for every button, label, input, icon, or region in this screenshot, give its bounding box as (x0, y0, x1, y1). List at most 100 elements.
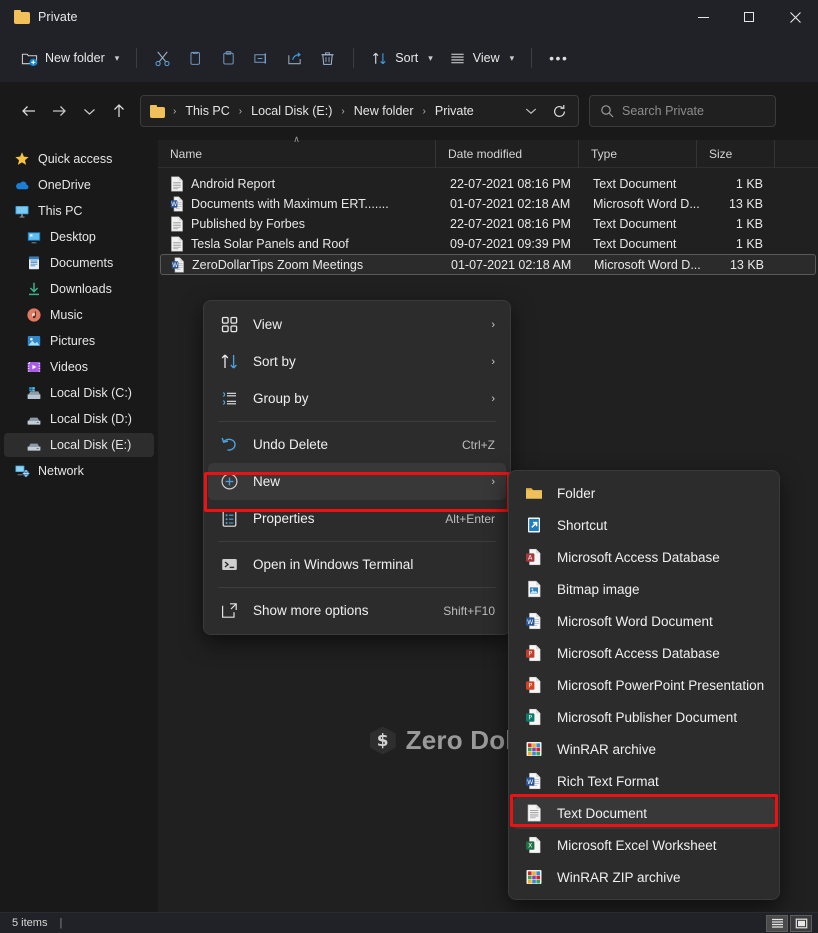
table-row[interactable]: Tesla Solar Panels and Roof 09-07-2021 0… (160, 234, 816, 254)
music-note-icon (26, 307, 42, 323)
copy-button[interactable] (179, 42, 212, 74)
submenu-item-bitmap-image[interactable]: Bitmap image (513, 573, 775, 605)
column-header-date-modified[interactable]: Date modified (436, 140, 579, 168)
more-options-button[interactable]: ••• (541, 42, 576, 74)
context-menu-item-view[interactable]: View › (208, 306, 506, 343)
new-folder-button[interactable]: New folder ▾ (13, 42, 127, 74)
breadcrumb-item-this-pc[interactable]: This PC (181, 101, 233, 121)
submenu-item-text-document[interactable]: Text Document (513, 797, 775, 829)
sort-button[interactable]: Sort ▾ (363, 42, 440, 74)
submenu-item-microsoft-publisher-document[interactable]: P Microsoft Publisher Document (513, 701, 775, 733)
paste-button[interactable] (212, 42, 245, 74)
file-type-cell: Microsoft Word D... (581, 197, 699, 211)
up-button[interactable] (104, 96, 134, 126)
refresh-button[interactable] (546, 98, 572, 124)
chevron-down-icon[interactable]: ▾ (115, 53, 120, 64)
sidebar-item-local-disk-d[interactable]: Local Disk (D:) (4, 407, 154, 431)
address-dropdown-button[interactable] (518, 98, 544, 124)
submenu-item-folder[interactable]: Folder (513, 477, 775, 509)
sidebar-item-videos[interactable]: Videos (4, 355, 154, 379)
recent-locations-button[interactable] (74, 96, 104, 126)
submenu-item-rich-text-format[interactable]: W Rich Text Format (513, 765, 775, 797)
sidebar-item-this-pc[interactable]: This PC (4, 199, 154, 223)
submenu-item-winrar-archive[interactable]: WinRAR archive (513, 733, 775, 765)
sidebar-item-local-disk-e[interactable]: Local Disk (E:) (4, 433, 154, 457)
watermark-badge: $ (370, 727, 396, 755)
sidebar-item-music[interactable]: Music (4, 303, 154, 327)
breadcrumb-item-local-disk-e[interactable]: Local Disk (E:) (247, 101, 336, 121)
sidebar-item-pictures[interactable]: Pictures (4, 329, 154, 353)
submenu-item-microsoft-word-document[interactable]: W Microsoft Word Document (513, 605, 775, 637)
file-name: Tesla Solar Panels and Roof (191, 237, 349, 251)
excel-icon: X (524, 835, 544, 855)
file-name-cell: W Documents with Maximum ERT....... (160, 196, 438, 212)
sidebar-item-downloads[interactable]: Downloads (4, 277, 154, 301)
details-view-button[interactable] (766, 915, 788, 932)
context-menu-item-new[interactable]: New › (208, 463, 506, 500)
sidebar-item-documents[interactable]: Documents (4, 251, 154, 275)
item-count: 5 items (12, 917, 47, 929)
breadcrumb-item-private[interactable]: Private (431, 101, 478, 121)
large-icons-view-button[interactable] (790, 915, 812, 932)
breadcrumb-item-new-folder[interactable]: New folder (350, 101, 418, 121)
column-header-name[interactable]: ∧ Name (158, 140, 436, 168)
sort-arrows-icon (219, 351, 240, 372)
table-row[interactable]: Published by Forbes 22-07-2021 08:16 PM … (160, 214, 816, 234)
table-row[interactable]: Android Report 22-07-2021 08:16 PM Text … (160, 174, 816, 194)
address-bar-row: › This PC › Local Disk (E:) › New folder… (0, 82, 818, 140)
breadcrumb-separator: › (238, 106, 243, 117)
folder-icon (14, 10, 30, 24)
submenu-item-microsoft-access-database[interactable]: A Microsoft Access Database (513, 541, 775, 573)
submenu-item-microsoft-access-database-alt[interactable]: P Microsoft Access Database (513, 637, 775, 669)
file-type-cell: Text Document (581, 217, 699, 231)
view-button[interactable]: View ▾ (441, 42, 522, 74)
submenu-item-microsoft-excel-worksheet[interactable]: X Microsoft Excel Worksheet (513, 829, 775, 861)
rename-button[interactable] (245, 42, 278, 74)
sidebar-item-label: Documents (50, 256, 113, 270)
drive-icon (26, 411, 42, 427)
context-menu-item-properties[interactable]: Properties Alt+Enter (208, 500, 506, 537)
minimize-button[interactable] (680, 0, 726, 34)
share-button[interactable] (278, 42, 311, 74)
sidebar-item-onedrive[interactable]: OneDrive (4, 173, 154, 197)
column-header-size[interactable]: Size (697, 140, 775, 168)
context-menu-item-group-by[interactable]: Group by › (208, 380, 506, 417)
show-more-icon (219, 600, 240, 621)
view-label: View (473, 51, 500, 65)
rename-icon (253, 50, 270, 67)
search-input[interactable]: Search Private (622, 104, 704, 118)
picture-icon (26, 333, 42, 349)
sidebar-item-network[interactable]: Network (4, 459, 154, 483)
sidebar-item-desktop[interactable]: Desktop (4, 225, 154, 249)
table-row[interactable]: W ZeroDollarTips Zoom Meetings 01-07-202… (160, 254, 816, 275)
sidebar-item-label: Local Disk (E:) (50, 438, 131, 452)
forward-button[interactable] (44, 96, 74, 126)
context-menu-item-undo-delete[interactable]: Undo Delete Ctrl+Z (208, 426, 506, 463)
undo-icon (219, 434, 240, 455)
back-button[interactable] (14, 96, 44, 126)
search-box[interactable]: Search Private (589, 95, 776, 127)
column-header-type[interactable]: Type (579, 140, 697, 168)
file-name: ZeroDollarTips Zoom Meetings (192, 258, 363, 272)
context-menu-item-sort-by[interactable]: Sort by › (208, 343, 506, 380)
chevron-down-icon[interactable]: ▾ (510, 53, 515, 64)
submenu-item-shortcut[interactable]: Shortcut (513, 509, 775, 541)
sidebar-item-local-disk-c[interactable]: Local Disk (C:) (4, 381, 154, 405)
close-button[interactable] (772, 0, 818, 34)
context-menu-divider (218, 421, 496, 422)
chevron-down-icon[interactable]: ▾ (428, 53, 433, 64)
context-menu-item-show-more-options[interactable]: Show more options Shift+F10 (208, 592, 506, 629)
submenu-item-winrar-zip-archive[interactable]: WinRAR ZIP archive (513, 861, 775, 893)
context-menu-item-open-in-windows-terminal[interactable]: Open in Windows Terminal (208, 546, 506, 583)
share-icon (286, 50, 303, 67)
address-bar-actions (518, 98, 572, 124)
context-menu-label: Open in Windows Terminal (253, 557, 495, 572)
breadcrumb-address-box[interactable]: › This PC › Local Disk (E:) › New folder… (140, 95, 579, 127)
cut-button[interactable] (146, 42, 179, 74)
delete-button[interactable] (311, 42, 344, 74)
table-row[interactable]: W Documents with Maximum ERT....... 01-0… (160, 194, 816, 214)
maximize-button[interactable] (726, 0, 772, 34)
submenu-item-microsoft-powerpoint-presentation[interactable]: P Microsoft PowerPoint Presentation (513, 669, 775, 701)
window-controls (680, 0, 818, 34)
sidebar-item-quick-access[interactable]: Quick access (4, 147, 154, 171)
